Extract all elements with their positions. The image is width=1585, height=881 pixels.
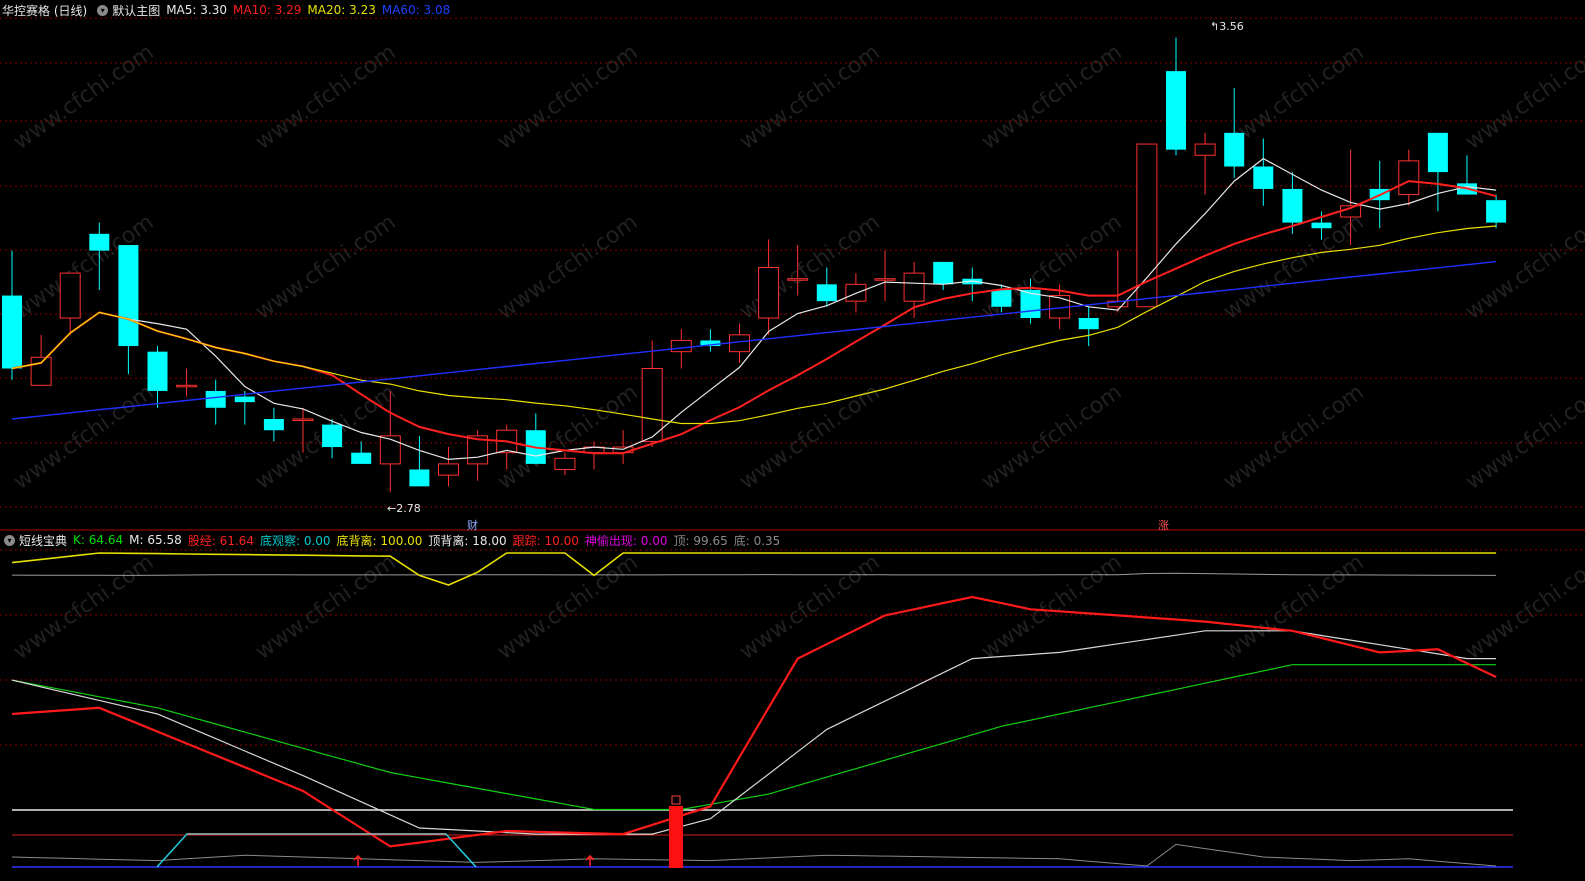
dibeili-readout: 底背离: 100.00 <box>336 533 423 548</box>
candle-body-up <box>379 435 401 465</box>
stock-name[interactable]: 华控赛格 (日线) <box>2 2 87 19</box>
watermark-text: www.cfchi.com <box>1461 380 1585 495</box>
watermark-text: www.cfchi.com <box>251 210 400 325</box>
signal-bar-cap <box>671 795 681 805</box>
indicator-header: ▾ 短线宝典 K: 64.64 M: 65.58 股经: 61.64 底观察: … <box>0 531 786 549</box>
candle-body-down <box>322 424 343 448</box>
candle-body-up <box>874 278 896 281</box>
candle-body-up <box>1194 143 1216 156</box>
candle-body-down <box>1311 222 1332 229</box>
indicator-name[interactable]: 短线宝典 <box>19 532 67 549</box>
candle-body-down <box>263 419 284 431</box>
candle-body-down <box>1253 166 1274 189</box>
bottom-gray-line <box>11 843 1497 867</box>
candle-body-down <box>933 261 954 285</box>
watermark-text: www.cfchi.com <box>1461 550 1585 665</box>
candle-body-down <box>816 284 837 302</box>
candle-body-up <box>903 272 925 302</box>
candle-body-up <box>292 418 314 421</box>
candle-body-down <box>205 390 226 408</box>
high-price-marker: ↰3.56 <box>1210 20 1244 33</box>
candle-body-down <box>1282 188 1303 223</box>
watermark-text: www.cfchi.com <box>735 40 884 155</box>
template-label[interactable]: 默认主图 <box>112 2 160 19</box>
genzong-readout: 跟踪: 10.00 <box>512 533 579 548</box>
candle-body-up <box>1398 160 1420 196</box>
candle-body-up <box>729 334 750 353</box>
candle-body-up <box>176 384 198 388</box>
candle-body-up <box>438 463 459 476</box>
signal-bar <box>669 806 683 868</box>
candle-body-down <box>234 396 255 403</box>
candle-body-down <box>89 233 110 251</box>
ma5-readout: MA5: 3.30 <box>166 3 227 17</box>
limit-up-marker[interactable]: 涨 <box>1158 517 1169 533</box>
watermark-text: www.cfchi.com <box>977 380 1126 495</box>
ma20-line <box>11 225 1497 425</box>
watermark-text: www.cfchi.com <box>977 550 1126 665</box>
candle-body-down <box>409 469 430 487</box>
candle-body-down <box>1486 200 1507 223</box>
candle-body-down <box>118 245 139 347</box>
watermark-text: www.cfchi.com <box>1219 210 1368 325</box>
ma60-readout: MA60: 3.08 <box>381 3 451 17</box>
watermark-text: www.cfchi.com <box>251 550 400 665</box>
k-line <box>11 664 1497 811</box>
low-price-marker: ←2.78 <box>387 502 421 515</box>
di-readout: 底: 0.35 <box>733 533 781 548</box>
watermark-text: www.cfchi.com <box>977 40 1126 155</box>
buy-arrow-icon <box>353 854 363 866</box>
watermark-text: www.cfchi.com <box>735 550 884 665</box>
watermark-text: www.cfchi.com <box>9 40 158 155</box>
candle-body-up <box>787 278 809 281</box>
dibeili-yellow-line <box>11 552 1497 586</box>
diguancha-cyan-line <box>156 833 477 868</box>
dingbeili-readout: 顶背离: 18.00 <box>428 533 507 548</box>
buy-arrow-icon <box>585 854 595 866</box>
watermark-text: www.cfchi.com <box>493 40 642 155</box>
watermark-text: www.cfchi.com <box>735 210 884 325</box>
candle-body-down <box>351 452 372 464</box>
gujing-readout: 股经: 61.64 <box>187 533 254 548</box>
candle-body-up <box>554 457 576 470</box>
candle-body-down <box>1078 318 1099 330</box>
ding-readout: 顶: 99.65 <box>673 533 728 548</box>
top-band-gray-line <box>11 572 1497 576</box>
watermark-text: www.cfchi.com <box>1219 550 1368 665</box>
candle-body-down <box>1427 132 1448 173</box>
candle-body-down <box>147 351 168 391</box>
indicator-settings-icon[interactable]: ▾ <box>4 534 15 546</box>
ma60-line <box>11 260 1497 420</box>
shentou-readout: 神偷出现: 0.00 <box>584 533 668 548</box>
candle-body-down <box>1224 132 1245 167</box>
watermark-text: www.cfchi.com <box>9 550 158 665</box>
watermark-text: www.cfchi.com <box>493 210 642 325</box>
main-chart-header: 华控赛格 (日线) ▾ 默认主图 MA5: 3.30 MA10: 3.29 MA… <box>0 1 456 19</box>
watermark-text: www.cfchi.com <box>493 550 642 665</box>
candle-body-down <box>1166 71 1186 150</box>
ma20-readout: MA20: 3.23 <box>307 3 376 17</box>
candle-body-down <box>2 295 22 369</box>
m-readout: M: 65.58 <box>129 533 182 547</box>
candle-body-up <box>670 339 692 353</box>
ma10-readout: MA10: 3.29 <box>233 3 302 17</box>
finance-event-marker[interactable]: 财 <box>467 517 478 533</box>
candle-body-up <box>59 272 81 319</box>
settings-icon[interactable]: ▾ <box>97 4 109 16</box>
watermark-text: www.cfchi.com <box>251 40 400 155</box>
candle-body-down <box>991 289 1012 307</box>
candle-body-up <box>758 267 780 319</box>
k-readout: K: 64.64 <box>73 533 124 547</box>
chart-canvas[interactable]: www.cfchi.com www.cfchi.com www.cfchi.com w… <box>0 0 1585 881</box>
watermark-text: www.cfchi.com <box>1219 380 1368 495</box>
watermark-text: www.cfchi.com <box>1461 40 1585 155</box>
diguancha-readout: 底观察: 0.00 <box>259 533 331 548</box>
watermark-text: www.cfchi.com <box>9 380 158 495</box>
